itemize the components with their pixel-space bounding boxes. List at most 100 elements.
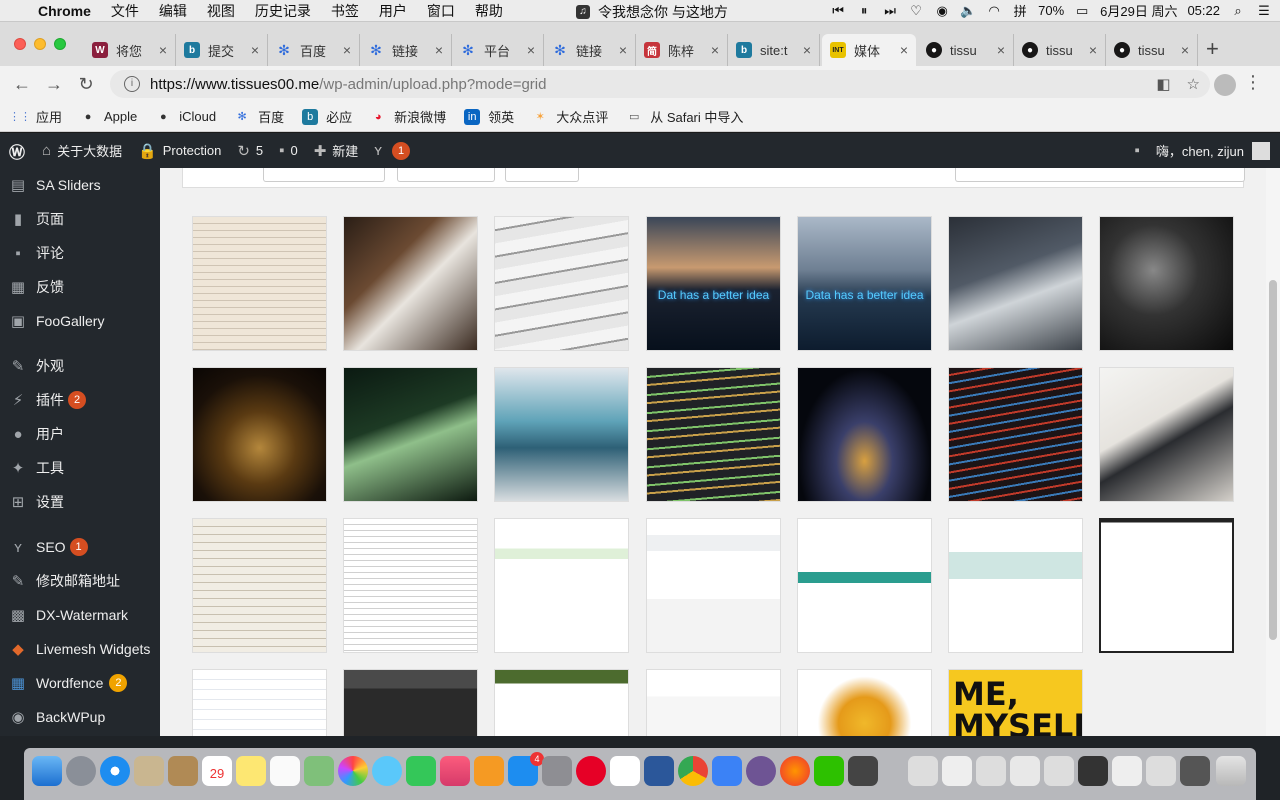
- media-thumbnail[interactable]: [797, 518, 932, 653]
- media-thumbnail[interactable]: [192, 216, 327, 351]
- media-thumbnail[interactable]: [494, 669, 629, 736]
- account-menu[interactable]: ▪ 嗨，chen, zijun: [1135, 133, 1270, 168]
- notes-icon[interactable]: [236, 756, 266, 786]
- media-thumbnail[interactable]: [646, 669, 781, 736]
- media-thumbnail[interactable]: [343, 518, 478, 653]
- safari-icon[interactable]: [100, 756, 130, 786]
- close-icon[interactable]: ×: [619, 42, 627, 58]
- heart-icon[interactable]: ♡: [908, 3, 924, 19]
- close-icon[interactable]: ×: [527, 42, 535, 58]
- browser-tab[interactable]: ● tissu ×: [1106, 34, 1198, 66]
- sidebar-item-change-email[interactable]: ✎ 修改邮箱地址: [0, 566, 160, 596]
- media-thumbnail[interactable]: [1099, 216, 1234, 351]
- bookmark-item[interactable]: ▭ 从 Safari 中导入: [626, 107, 743, 126]
- sidebar-item-settings[interactable]: ⊞ 设置: [0, 487, 160, 517]
- comments-link[interactable]: ▪ 0: [271, 133, 306, 168]
- menu-view[interactable]: 视图: [207, 1, 235, 21]
- bookmark-item[interactable]: ✶ 大众点评: [532, 107, 609, 126]
- minimized-window-thumbnail[interactable]: [942, 756, 972, 786]
- browser-tab[interactable]: ✻ 链接 ×: [544, 34, 636, 66]
- netease-music-icon[interactable]: ◉: [934, 3, 950, 19]
- sidebar-item-seo[interactable]: ʏ SEO 1: [0, 532, 160, 562]
- close-icon[interactable]: ×: [251, 42, 259, 58]
- previous-track-icon[interactable]: ⏮: [830, 3, 846, 19]
- baidu-netdisk-icon[interactable]: [610, 756, 640, 786]
- chrome-menu-icon[interactable]: ⋮: [1244, 72, 1262, 93]
- browser-tab[interactable]: b site:t ×: [728, 34, 820, 66]
- finder-icon[interactable]: [32, 756, 62, 786]
- minimized-window-thumbnail[interactable]: [1044, 756, 1074, 786]
- blocked-content-icon[interactable]: ◧: [1156, 75, 1170, 93]
- protection-link[interactable]: 🔒 Protection: [130, 133, 229, 168]
- minimized-window-thumbnail[interactable]: [976, 756, 1006, 786]
- close-icon[interactable]: ×: [1181, 42, 1189, 58]
- sidebar-item-feedback[interactable]: ▦ 反馈: [0, 272, 160, 302]
- battery-icon[interactable]: ▭: [1074, 3, 1090, 19]
- browser-tab[interactable]: ✻ 百度 ×: [268, 34, 360, 66]
- bookmark-item[interactable]: b 必应: [302, 107, 352, 126]
- media-thumbnail[interactable]: [948, 216, 1083, 351]
- reload-icon[interactable]: ↻: [70, 74, 102, 95]
- calendar-icon[interactable]: 29: [202, 756, 232, 786]
- menubar-date[interactable]: 6月29日 周六: [1100, 1, 1177, 20]
- media-thumbnail[interactable]: [1099, 367, 1234, 502]
- sidebar-item-dx-watermark[interactable]: ▩ DX-Watermark: [0, 600, 160, 630]
- media-thumbnail[interactable]: [948, 518, 1083, 653]
- media-thumbnail[interactable]: [343, 216, 478, 351]
- media-search-input[interactable]: [955, 168, 1245, 182]
- close-icon[interactable]: ×: [435, 42, 443, 58]
- media-thumbnail[interactable]: [343, 669, 478, 736]
- browser-tab[interactable]: ● tissu ×: [918, 34, 1014, 66]
- sidebar-item-appearance[interactable]: ✎ 外观: [0, 351, 160, 381]
- site-name-link[interactable]: ⌂ 关于大数据: [34, 133, 130, 168]
- sidebar-item-plugins[interactable]: ⚡ 插件 2: [0, 385, 160, 415]
- media-thumbnail[interactable]: [797, 367, 932, 502]
- bookmark-item[interactable]: in 领英: [464, 107, 514, 126]
- netease-music-icon[interactable]: [576, 756, 606, 786]
- photos-icon[interactable]: [338, 756, 368, 786]
- browser-tab[interactable]: ✻ 平台 ×: [452, 34, 544, 66]
- updates-link[interactable]: ↻ 5: [229, 133, 271, 168]
- browser-tab[interactable]: ✻ 链接 ×: [360, 34, 452, 66]
- minimized-window-thumbnail[interactable]: [908, 756, 938, 786]
- notification-center-icon[interactable]: ☰: [1256, 3, 1272, 19]
- volume-icon[interactable]: 🔈: [960, 3, 976, 19]
- browser-tab[interactable]: ● tissu ×: [1014, 34, 1106, 66]
- facetime-icon[interactable]: [406, 756, 436, 786]
- bookmark-item[interactable]: ● iCloud: [155, 109, 216, 125]
- now-playing-title[interactable]: 令我想念你 与这地方: [598, 2, 728, 22]
- yoast-seo-link[interactable]: ʏ 1: [366, 133, 418, 168]
- reminders-icon[interactable]: [270, 756, 300, 786]
- menu-file[interactable]: 文件: [111, 1, 139, 21]
- browser-tab[interactable]: 简 陈梓 ×: [636, 34, 728, 66]
- sidebar-item-sa-sliders[interactable]: ▤ SA Sliders: [0, 170, 160, 200]
- wordpress-logo-icon[interactable]: Ⓦ: [0, 133, 34, 168]
- system-preferences-icon[interactable]: [542, 756, 572, 786]
- bookmark-item[interactable]: ⋮⋮ 应用: [9, 107, 62, 126]
- back-arrow-icon[interactable]: ←: [6, 74, 38, 95]
- address-bar[interactable]: i https://www.tissues00.me /wp-admin/upl…: [110, 70, 1210, 98]
- feishu-icon[interactable]: [712, 756, 742, 786]
- pause-icon[interactable]: ⏸: [856, 3, 872, 19]
- minimized-window-thumbnail[interactable]: [1010, 756, 1040, 786]
- close-icon[interactable]: ×: [711, 42, 719, 58]
- media-thumbnail[interactable]: [948, 367, 1083, 502]
- spotlight-search-icon[interactable]: ⌕: [1230, 3, 1246, 19]
- sidebar-item-users[interactable]: ● 用户: [0, 419, 160, 449]
- books-icon[interactable]: [474, 756, 504, 786]
- new-tab-button[interactable]: +: [1206, 36, 1219, 62]
- media-type-filter[interactable]: [263, 168, 385, 182]
- launchpad-icon[interactable]: [66, 756, 96, 786]
- new-content-link[interactable]: ✚ 新建: [306, 133, 367, 168]
- browser-tab[interactable]: W 将您 ×: [84, 34, 176, 66]
- wifi-icon[interactable]: ◠: [986, 3, 1002, 19]
- media-thumbnail[interactable]: [646, 367, 781, 502]
- sidebar-item-pages[interactable]: ▮ 页面: [0, 204, 160, 234]
- app-menu-chrome[interactable]: Chrome: [38, 3, 91, 19]
- screen-options-icon[interactable]: ▪: [1135, 142, 1140, 159]
- media-thumbnail[interactable]: [343, 367, 478, 502]
- forward-arrow-icon[interactable]: →: [38, 74, 70, 95]
- contacts-icon[interactable]: [168, 756, 198, 786]
- sidebar-item-foogallery[interactable]: ▣ FooGallery: [0, 306, 160, 336]
- sidebar-item-comments[interactable]: ▪ 评论: [0, 238, 160, 268]
